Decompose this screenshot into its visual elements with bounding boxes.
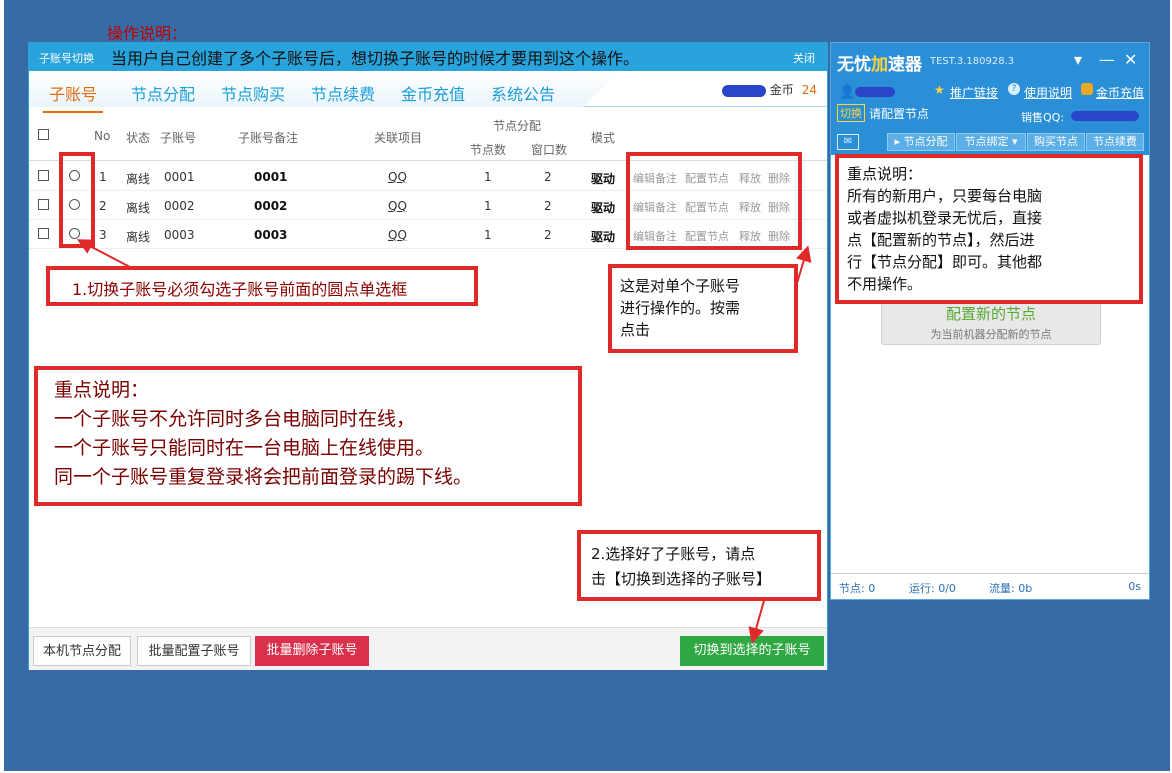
user-icon: 👤 <box>839 85 856 100</box>
mail-icon[interactable]: ✉ <box>837 134 859 150</box>
toolbar-buy-node[interactable]: 购买节点 <box>1027 133 1085 151</box>
accelerator-title-bar: 无忧加速器 TEST.3.180928.3 ▾ — ✕ <box>831 43 1149 77</box>
toolbar-node-binding[interactable]: 节点绑定 ▾ <box>956 133 1026 151</box>
recharge-link[interactable]: 金币充值 <box>1096 84 1144 101</box>
redacted-qq <box>1071 111 1139 121</box>
step2-annotation: 2.选择好了子账号，请点 击【切换到选择的子账号】 <box>577 530 821 601</box>
close-icon[interactable]: ✕ <box>1124 50 1137 69</box>
status-bar: 节点: 0 运行: 0/0 流量: 0b 0s <box>831 573 1149 599</box>
app-logo: 无忧加速器 <box>837 55 922 75</box>
account-bar: 👤 ★ 推广链接 ? 使用说明 金币充值 切换 请配置节点 销售QQ: <box>831 77 1149 129</box>
coin-icon <box>1081 83 1093 95</box>
help-link[interactable]: 使用说明 <box>1024 84 1072 101</box>
accelerator-toolbar: ✉ ▸ 节点分配 节点绑定 ▾ 购买节点 节点续费 <box>831 129 1149 155</box>
switch-tag-button[interactable]: 切换 <box>837 104 865 122</box>
dropdown-icon[interactable]: ▾ <box>1074 50 1082 69</box>
step1-annotation: 1.切换子账号必须勾选子账号前面的圆点单选框 <box>46 266 478 306</box>
config-hint: 请配置节点 <box>869 107 930 121</box>
accelerator-window: 无忧加速器 TEST.3.180928.3 ▾ — ✕ 👤 ★ 推广链接 ? 使… <box>830 42 1150 600</box>
single-account-annotation: 这是对单个子账号 进行操作的。按需 点击 <box>608 264 798 353</box>
promo-link[interactable]: 推广链接 <box>950 84 998 101</box>
version-label: TEST.3.180928.3 <box>930 56 1015 67</box>
help-icon: ? <box>1008 83 1020 95</box>
star-icon: ★ <box>934 83 945 97</box>
key-notes-right: 重点说明： 所有的新用户，只要每台电脑 或者虚拟机登录无忧后，直接 点【配置新的… <box>835 154 1143 304</box>
toolbar-node-allocation[interactable]: ▸ 节点分配 <box>887 133 955 151</box>
toolbar-renew-node[interactable]: 节点续费 <box>1086 133 1144 151</box>
redacted-user <box>855 87 895 97</box>
configure-new-node-button[interactable]: 配置新的节点 为当前机器分配新的节点 <box>881 297 1101 345</box>
sales-qq-label: 销售QQ: <box>1021 111 1065 124</box>
minimize-icon[interactable]: — <box>1099 50 1115 69</box>
key-notes-left: 重点说明： 一个子账号不允许同时多台电脑同时在线， 一个子账号只能同时在一台电脑… <box>34 366 582 506</box>
